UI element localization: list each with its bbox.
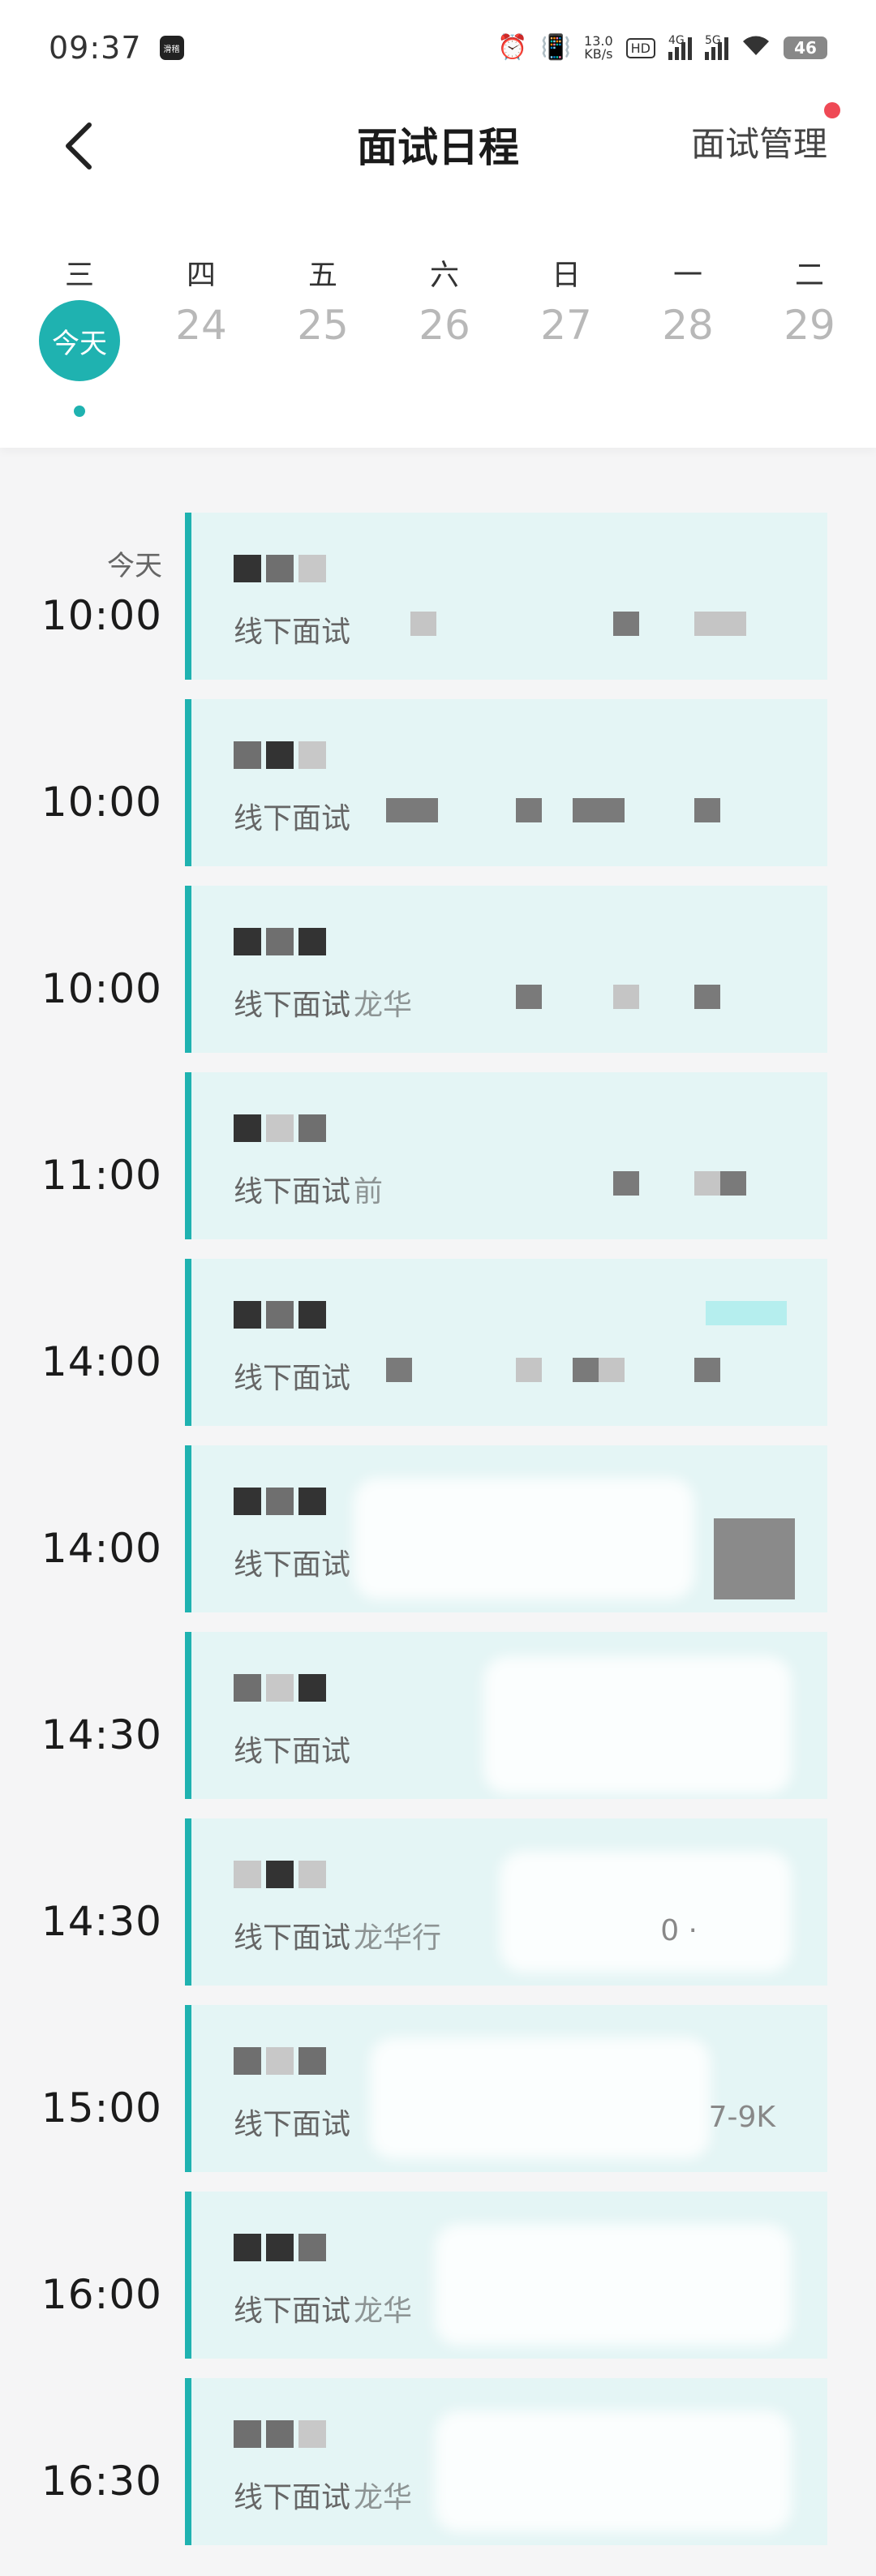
day-sun[interactable]: 日 27: [522, 235, 611, 430]
vibrate-icon: 📳: [540, 33, 572, 62]
status-time: 09:37: [49, 30, 142, 66]
interview-detail: 龙华: [354, 989, 413, 1022]
interview-time: 15:00: [41, 2084, 162, 2132]
list-item: 16:30 线下面试 龙华: [0, 2378, 876, 2545]
candidate-name-mosaic: [234, 928, 363, 964]
app-notification-icon: 滑稽: [159, 36, 184, 60]
interview-detail: 龙华: [354, 2481, 413, 2514]
today-circle: 今天: [39, 300, 120, 381]
alarm-icon: ⏰: [497, 33, 528, 62]
list-item: 14:00 线下面试: [0, 1445, 876, 1612]
interview-card[interactable]: 线下面试: [185, 699, 827, 866]
interview-time: 10:00: [41, 779, 162, 826]
candidate-name-mosaic: [234, 1674, 363, 1710]
list-item: 14:30 线下面试 龙华行 0 ·: [0, 1818, 876, 1986]
candidate-name-mosaic: [234, 1488, 363, 1523]
interview-time: 11:00: [41, 1152, 162, 1199]
wifi-icon: [741, 34, 771, 62]
list-item: 10:00 线下面试 龙华: [0, 886, 876, 1053]
today-label: 今天: [107, 550, 162, 582]
candidate-name-mosaic: [234, 1114, 363, 1150]
interview-detail: 前: [354, 1175, 384, 1209]
list-item: 15:00 线下面试 7-9K: [0, 2005, 876, 2172]
status-bar: 09:37 滑稽 ⏰ 📳 13.0 KB/s HD 4G 5G 46: [0, 0, 876, 96]
week-strip: 三 今天 四 24 五 25 六 26 日 27 一 28 二 29: [0, 235, 876, 448]
list-item: 10:00 线下面试: [0, 699, 876, 866]
salary-text: 7-9K: [708, 2101, 775, 2134]
hd-badge: HD: [625, 37, 655, 58]
list-item: 14:30 线下面试: [0, 1632, 876, 1799]
list-item: 11:00 线下面试 前: [0, 1072, 876, 1239]
interview-card[interactable]: 线下面试 前: [185, 1072, 827, 1239]
day-fri[interactable]: 五 25: [278, 235, 367, 430]
interview-card[interactable]: 线下面试: [185, 1632, 827, 1799]
interview-card[interactable]: 线下面试 龙华: [185, 2378, 827, 2545]
interview-card[interactable]: 线下面试: [185, 1259, 827, 1426]
interview-time: 16:30: [41, 2458, 162, 2505]
signal-4g-icon: 4G: [668, 34, 692, 60]
candidate-name-mosaic: [234, 2047, 363, 2083]
list-item: 今天 10:00 线下面试: [0, 513, 876, 680]
interview-card[interactable]: 线下面试 7-9K: [185, 2005, 827, 2172]
day-sat[interactable]: 六 26: [400, 235, 489, 430]
candidate-name-mosaic: [234, 2234, 363, 2269]
list-item: 16:00 线下面试 龙华: [0, 2192, 876, 2359]
day-tue[interactable]: 二 29: [765, 235, 854, 430]
back-icon[interactable]: [60, 114, 101, 178]
signal-5g-icon: 5G: [705, 34, 728, 60]
interview-type: 线下面试: [234, 1548, 351, 1582]
interview-detail: 龙华行: [354, 1921, 442, 1955]
day-thu[interactable]: 四 24: [157, 235, 246, 430]
selected-day-dot: [74, 406, 85, 417]
interview-card[interactable]: 线下面试 龙华行 0 ·: [185, 1818, 827, 1986]
candidate-name-mosaic: [234, 2420, 363, 2456]
interview-type: 线下面试: [234, 1921, 351, 1955]
candidate-name-mosaic: [234, 741, 363, 777]
status-badge: [706, 1301, 787, 1325]
status-icons: ⏰ 📳 13.0 KB/s HD 4G 5G 46: [497, 34, 827, 62]
interview-type: 线下面试: [234, 989, 351, 1022]
interview-time: 16:00: [41, 2271, 162, 2318]
interview-time: 14:30: [41, 1898, 162, 1945]
interview-type: 线下面试: [234, 2108, 351, 2141]
candidate-name-mosaic: [234, 555, 363, 590]
candidate-name-mosaic: [234, 1861, 363, 1896]
job-thumbnail: [714, 1518, 795, 1599]
candidate-name-mosaic: [234, 1301, 363, 1337]
battery-icon: 46: [784, 36, 827, 59]
interview-detail: 龙华: [354, 2295, 413, 2328]
day-wed[interactable]: 三 今天: [35, 235, 124, 430]
interview-time: 10:00: [41, 592, 162, 639]
interview-type: 线下面试: [234, 1362, 351, 1395]
interview-card[interactable]: 线下面试 龙华: [185, 886, 827, 1053]
interview-type: 线下面试: [234, 616, 351, 649]
header: 面试日程 面试管理: [0, 96, 876, 235]
interview-card[interactable]: 线下面试: [185, 1445, 827, 1612]
interview-type: 线下面试: [234, 1735, 351, 1768]
interview-type: 线下面试: [234, 802, 351, 835]
interview-type: 线下面试: [234, 1175, 351, 1209]
interview-card[interactable]: 线下面试 龙华: [185, 2192, 827, 2359]
interview-time: 14:30: [41, 1711, 162, 1758]
interview-card[interactable]: 线下面试: [185, 513, 827, 680]
network-speed: 13.0 KB/s: [584, 33, 613, 62]
notification-dot: [824, 102, 840, 118]
interview-time: 14:00: [41, 1525, 162, 1572]
interview-time: 10:00: [41, 965, 162, 1012]
interview-type: 线下面试: [234, 2295, 351, 2328]
salary-text: 0 ·: [660, 1914, 698, 1947]
list-item: 14:00 线下面试: [0, 1259, 876, 1426]
interview-time: 14:00: [41, 1338, 162, 1385]
interview-type: 线下面试: [234, 2481, 351, 2514]
day-mon[interactable]: 一 28: [643, 235, 732, 430]
interview-management-button[interactable]: 面试管理: [691, 117, 827, 166]
